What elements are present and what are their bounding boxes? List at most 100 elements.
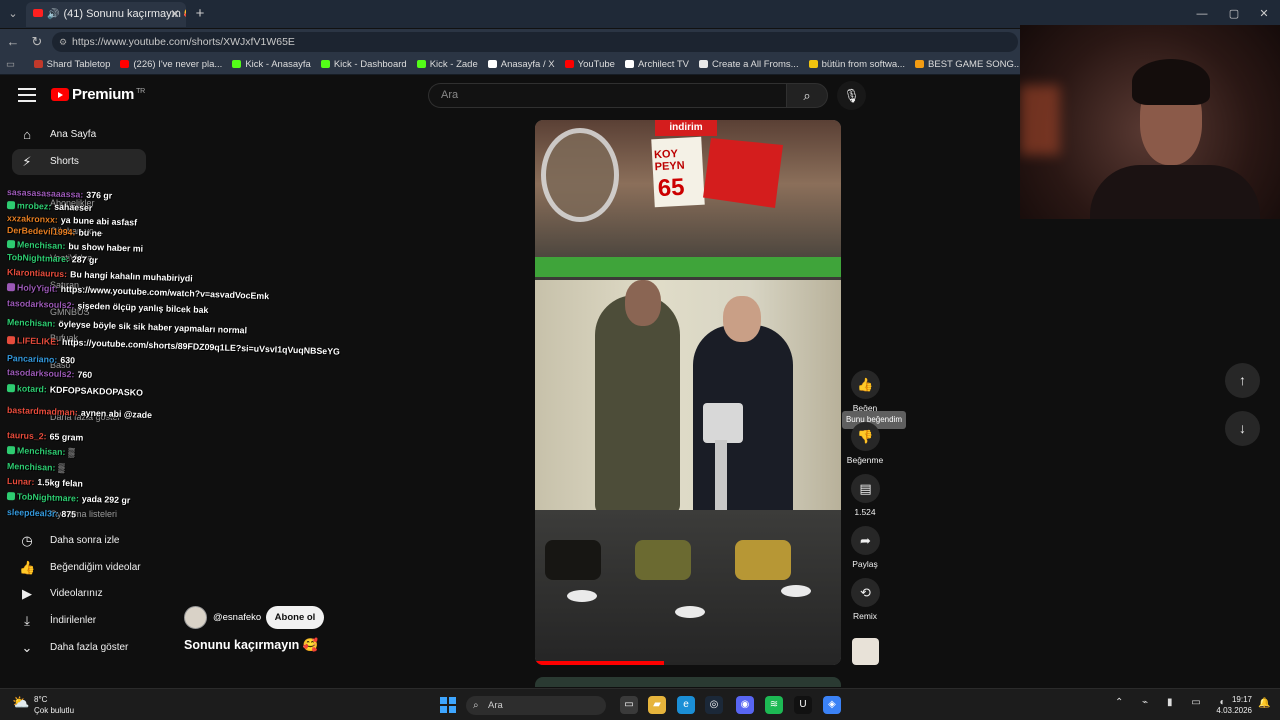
chat-badge-icon [6,240,16,249]
share-button[interactable]: ➦ [851,526,880,555]
bookmark-label: Kick - Zade [429,59,478,70]
bookmark-item[interactable]: BEST GAME SONG... [915,54,1020,74]
youtube-premium-logo[interactable]: Premium TR [51,86,145,106]
bookmark-item[interactable]: Archilect TV [624,54,689,74]
new-tab-button[interactable]: + [192,5,208,23]
bookmark-item[interactable]: Kick - Anasayfa [232,54,311,74]
chat-badge-icon [6,336,16,345]
remix-label: Remix [852,611,878,621]
folder-icon[interactable]: ▰ [648,696,666,714]
arrow-up-icon: ↑ [1239,372,1246,388]
windows-taskbar: ⛅ 8°C Çok bulutlu ⌕ Ara ⌃ ⌁ ▮ ▭ ◐ 19:17 4.0… [0,688,1280,720]
bookmark-label: (226) I've never pla... [133,59,223,70]
sidebar-item-shorts[interactable]: ⚡ Shorts [12,149,146,175]
next-short-button[interactable]: ↓ [1225,411,1260,446]
bookmark-item[interactable]: bütün from softwa... [808,54,905,74]
bookmark-label: Shard Tabletop [46,59,111,70]
chevron-down-icon: ⌄ [21,640,33,655]
webcam-overlay [1020,25,1280,219]
clock[interactable]: 19:17 4.03.2026 [1204,694,1252,716]
reload-button[interactable]: ↻ [28,33,46,51]
bookmark-label: BEST GAME SONG... [928,59,1020,70]
chat-text: 1.5kg felan [37,477,83,489]
edge-icon[interactable]: e [677,696,695,714]
sidebar-item-label: Daha fazla göster [50,642,129,653]
bookmark-item[interactable]: YouTube [564,54,615,74]
chat-username: Klarontiaurus: [6,267,68,280]
unreal-icon[interactable]: U [794,696,812,714]
bookmark-item[interactable]: Shard Tabletop [33,54,111,74]
speaker-icon[interactable]: 🔊 [47,2,59,27]
bookmark-item[interactable]: Kick - Zade [416,54,478,74]
weather-icon[interactable]: ⛅ [12,694,30,712]
taskbar-search-text: Ara [488,700,503,711]
back-button[interactable]: ← [4,33,22,51]
chat-username: Menchisan: [16,445,66,458]
dislike-button[interactable]: 👎 [851,422,880,451]
bookmark-item[interactable]: Create a All Froms... [699,54,799,74]
notification-icon[interactable]: 🔔 [1258,698,1270,709]
minimize-button[interactable]: — [1192,6,1212,22]
sidebar-item-label: İndirilenler [50,615,97,626]
browser-tab[interactable]: 🔊 (41) Sonunu kaçırmayın 🥰 - ✕ [26,2,186,27]
arrow-down-icon: ↓ [1239,420,1246,436]
weather-widget[interactable]: 8°C Çok bulutlu [34,694,74,716]
like-button[interactable]: 👍 [851,370,880,399]
short-title: Sonunu kaçırmayın 🥰 [184,638,319,652]
start-button[interactable] [440,697,456,713]
tab-list-chevron-icon[interactable]: ⌄ [4,5,22,23]
time: 19:17 [1231,695,1252,704]
file-icon[interactable]: ▭ [620,696,638,714]
menu-icon[interactable] [18,88,36,102]
steam-icon[interactable]: ◎ [705,696,723,714]
chat-badge-icon [6,446,16,455]
subscribe-button[interactable]: Abone ol [266,606,324,629]
short-video-player[interactable]: indirim KOY PEYN 65 [535,120,841,665]
channel-avatar[interactable] [184,606,207,629]
video-icon: ▶ [22,586,32,601]
previous-short-button[interactable]: ↑ [1225,363,1260,398]
chat-text: 376 gr [86,189,113,201]
share-label: Paylaş [852,559,878,569]
sidebar-item-home[interactable]: ⌂ Ana Sayfa [12,122,146,148]
logo-text: Premium [72,86,135,103]
maximize-button[interactable]: ▢ [1224,6,1244,22]
sidebar-item[interactable]: ◷ Daha sonra izle [12,528,146,554]
chat-badge-icon [6,283,16,292]
search-button[interactable]: ⌕ [786,83,828,108]
thumbs-up-icon: 👍 [857,377,874,392]
chat-username: TobNightmare: [16,491,80,504]
tab-close-icon[interactable]: ✕ [170,2,180,27]
url-field[interactable]: ⚙ https://www.youtube.com/shorts/XWJxfV1… [52,32,1018,52]
logo-country: TR [136,88,145,95]
sidebar-item[interactable]: ▶ Videolarınız [12,581,146,607]
comments-count: 1.524 [854,507,876,517]
chat-username: Menchisan: [16,239,66,252]
site-info-icon[interactable]: ⚙ [59,32,67,52]
voice-search-button[interactable]: 🎙 [837,81,866,110]
close-window-button[interactable]: ✕ [1254,6,1274,22]
tab-title: (41) Sonunu kaçırmayın 🥰 - [63,8,186,20]
bookmark-apps-icon[interactable]: ▭ [6,54,15,74]
bookmark-item[interactable]: Kick - Dashboard [320,54,407,74]
sidebar-item[interactable]: ⤓ İndirilenler [12,608,146,634]
sidebar-item[interactable]: ⌄ Daha fazla göster [12,635,146,661]
video-progress-bar[interactable] [535,661,664,665]
chat-text: bu ne [78,227,103,239]
taskbar-search[interactable]: ⌕ Ara [466,696,606,715]
search-input[interactable]: Ara [428,83,786,108]
channel-name[interactable]: @esnafeko [213,612,261,623]
remix-button[interactable]: ⟲ [851,578,880,607]
next-short-preview[interactable] [535,677,841,687]
chat-badge-icon [6,201,16,210]
sound-thumbnail[interactable] [852,638,879,665]
chat-username: Menchisan: [6,317,56,329]
spotify-icon[interactable]: ≋ [765,696,783,714]
comments-button[interactable]: ▤ [851,474,880,503]
sidebar-item[interactable]: 👍 Beğendiğim videolar [12,555,146,581]
bookmark-item[interactable]: Anasayfa / X [487,54,555,74]
chat-text: 630 [60,354,76,366]
discord-icon[interactable]: ◉ [736,696,754,714]
bookmark-item[interactable]: (226) I've never pla... [120,54,223,74]
app-icon[interactable]: ◈ [823,696,841,714]
